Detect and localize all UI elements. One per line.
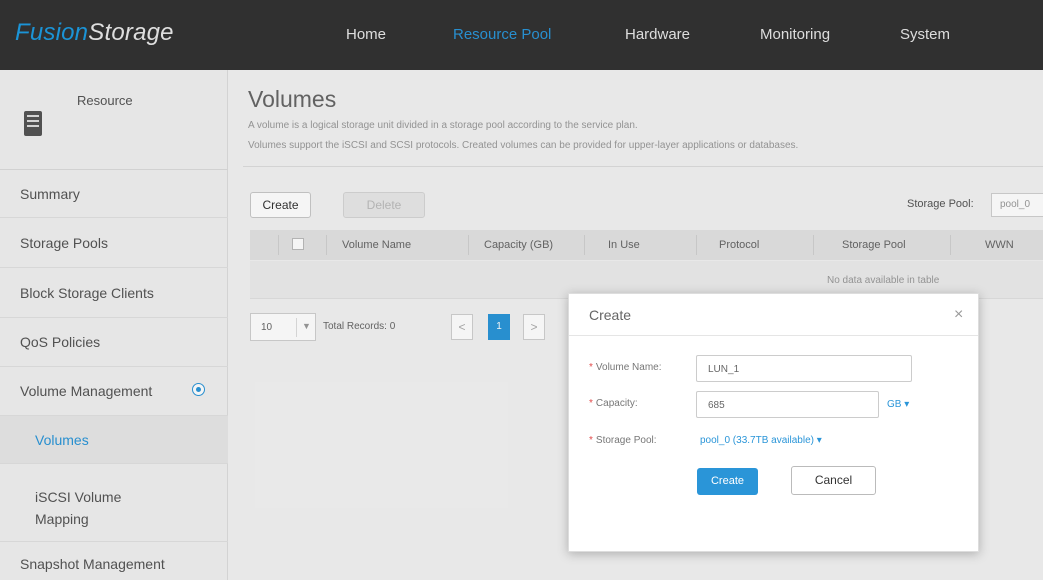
required-mark: * [589, 435, 593, 446]
volume-name-label: * Volume Name: [589, 362, 662, 373]
dialog-divider [569, 335, 978, 336]
create-confirm-button[interactable]: Create [697, 468, 758, 495]
dialog-title: Create [589, 307, 632, 323]
required-mark: * [589, 362, 593, 373]
cancel-button[interactable]: Cancel [791, 466, 876, 495]
required-mark: * [589, 398, 593, 409]
create-volume-dialog: Create × * Volume Name: LUN_1 * Capacity: … [568, 293, 979, 552]
volume-name-label-text: Volume Name: [595, 362, 662, 373]
storage-pool-select[interactable]: pool_0 (33.7TB available) ▾ [700, 435, 822, 446]
close-icon[interactable]: × [954, 306, 963, 324]
capacity-label: * Capacity: [589, 398, 638, 409]
volume-name-input[interactable]: LUN_1 [696, 355, 912, 382]
capacity-label-text: Capacity: [595, 398, 638, 409]
capacity-unit-select[interactable]: GB ▾ [887, 399, 909, 410]
capacity-input[interactable]: 685 [696, 391, 879, 418]
storage-pool-label-text: Storage Pool: [595, 435, 657, 446]
storage-pool-label: * Storage Pool: [589, 435, 657, 446]
